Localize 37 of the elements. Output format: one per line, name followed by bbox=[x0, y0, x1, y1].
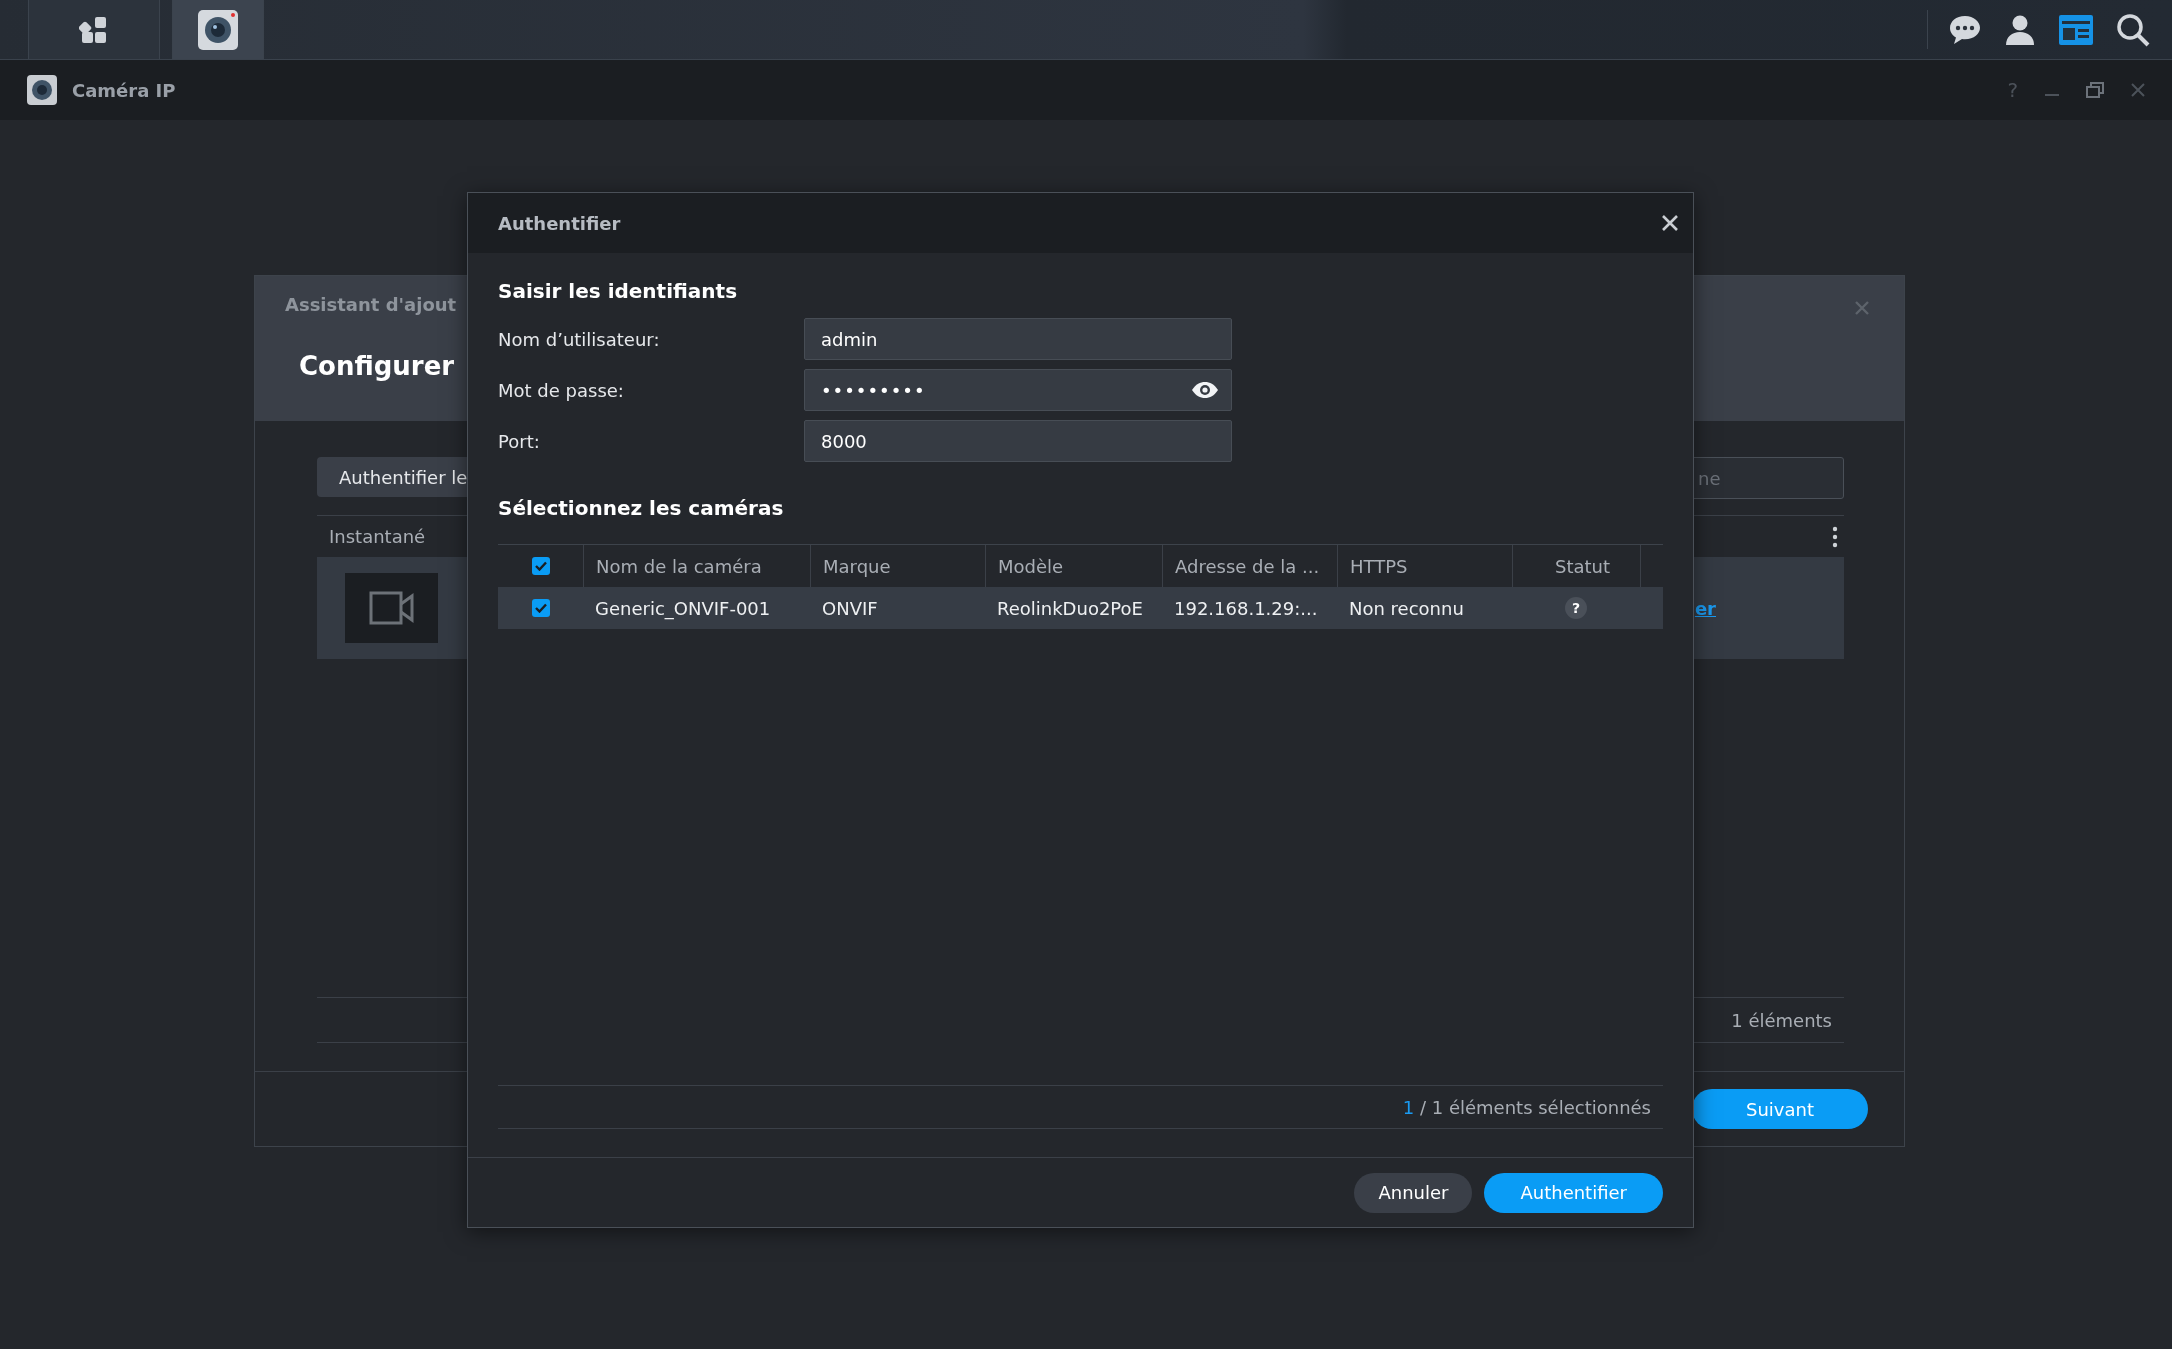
field-label: Mot de passe: bbox=[498, 379, 625, 401]
row-checkbox[interactable] bbox=[531, 599, 550, 617]
section-heading: Sélectionnez les caméras bbox=[498, 496, 785, 520]
restore-icon[interactable] bbox=[2086, 82, 2104, 98]
video-camera-icon bbox=[368, 591, 415, 625]
table-cell-text: Generic_ONVIF-001 bbox=[594, 597, 772, 619]
password-field[interactable]: ••••••••• bbox=[804, 369, 1232, 411]
table-cell-text: Non reconnu bbox=[1348, 597, 1465, 619]
table-cell-text: 192.168.1.29:... bbox=[1173, 597, 1319, 619]
field-label: Port: bbox=[498, 430, 541, 452]
input-field[interactable]: 8000 bbox=[804, 420, 1232, 462]
column-header: Instantané bbox=[329, 526, 426, 547]
section-heading: Saisir les identifiants bbox=[498, 279, 739, 303]
selection-count: 1 / 1 éléments sélectionnés bbox=[1402, 1096, 1651, 1118]
camera-app-icon[interactable] bbox=[197, 8, 239, 51]
chat-icon[interactable] bbox=[1948, 13, 1982, 46]
window-title: Caméra IP bbox=[72, 79, 176, 101]
main-menu-icon[interactable] bbox=[79, 14, 109, 45]
table-cell-text: ReolinkDuo2PoE bbox=[996, 597, 1144, 619]
step-heading: Configurer bbox=[299, 351, 455, 381]
select-all-checkbox[interactable] bbox=[531, 557, 550, 575]
status-badge: ? bbox=[1565, 597, 1587, 619]
table-cell-text: ONVIF bbox=[821, 597, 879, 619]
search-icon[interactable] bbox=[2116, 12, 2150, 47]
field-label: Nom d’utilisateur: bbox=[498, 328, 661, 350]
camera-app-icon bbox=[26, 74, 58, 106]
link[interactable]: er bbox=[1694, 597, 1716, 619]
input-field[interactable]: admin bbox=[804, 318, 1232, 360]
eye-icon[interactable] bbox=[1191, 381, 1219, 399]
cancel-button[interactable]: Annuler bbox=[1354, 1172, 1473, 1213]
dialog-title: Authentifier bbox=[498, 212, 621, 234]
table-row[interactable]: Generic_ONVIF-001 ONVIF ReolinkDuo2PoE 192.168.1.29:... Non reconnu ? bbox=[498, 587, 1663, 629]
more-options-icon[interactable] bbox=[1832, 525, 1838, 548]
user-icon[interactable] bbox=[2004, 13, 2036, 46]
dialog-title: Assistant d'ajout bbox=[285, 294, 457, 315]
widget-icon[interactable] bbox=[2058, 13, 2094, 46]
item-count: 1 éléments bbox=[1731, 1009, 1832, 1031]
